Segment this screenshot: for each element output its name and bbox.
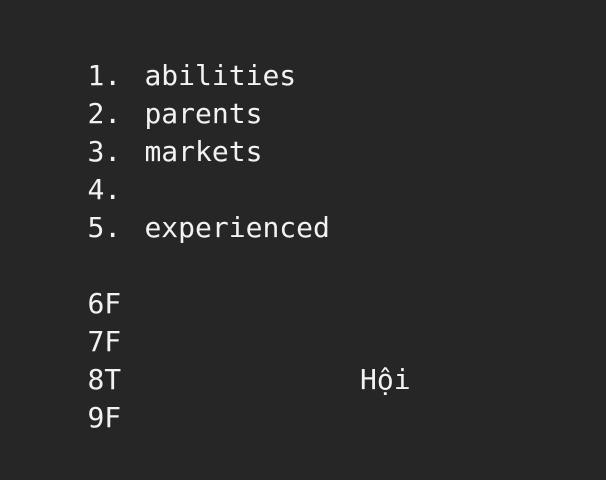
list-item-5: 5. experienced [20, 171, 329, 244]
answer-code: 9F [87, 401, 122, 434]
list-item-4: 4. [20, 133, 144, 206]
list-word: experienced [144, 211, 330, 244]
text-editor-canvas[interactable]: 1. abilities 2. parents 3. markets 4. 5. exp… [0, 0, 606, 480]
answer-line-7: 7F [20, 285, 121, 358]
answer-line-8: 8T [20, 323, 121, 396]
list-item-1: 1. abilities [20, 19, 296, 92]
list-item-2: 2. parents [20, 57, 262, 130]
answer-line-9: 9F [20, 361, 121, 434]
extra-word: Hội [360, 363, 411, 396]
list-number: 5. [87, 211, 122, 244]
list-word: markets [144, 135, 263, 168]
list-item-3: 3. markets [20, 95, 262, 168]
answer-line-6: 6F [20, 247, 121, 320]
